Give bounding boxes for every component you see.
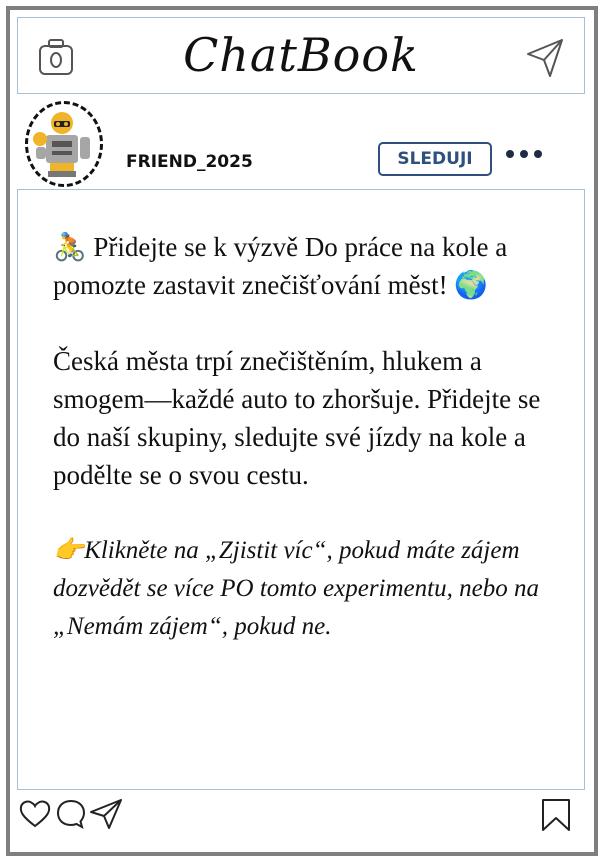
- avatar[interactable]: [25, 101, 103, 187]
- globe-emoji: 🌍: [454, 270, 489, 300]
- comment-icon[interactable]: [55, 798, 87, 830]
- bookmark-icon[interactable]: [541, 798, 571, 832]
- dot: [506, 150, 514, 158]
- bicycle-emoji: 🚴: [53, 232, 87, 262]
- post-text: 🚴 Přidejte se k výzvě Do práce na kole a…: [53, 228, 558, 684]
- send-icon[interactable]: [526, 38, 564, 78]
- post-paragraph-2: Česká města trpí znečištěním, hlukem a s…: [53, 346, 541, 490]
- more-options-icon[interactable]: [506, 150, 542, 158]
- post-call-to-action: 👉Klikněte na „Zjistit víc“, pokud máte z…: [53, 537, 539, 640]
- post-content: 🚴 Přidejte se k výzvě Do práce na kole a…: [17, 190, 585, 790]
- pointing-hand-emoji: 👉: [53, 537, 85, 564]
- app-logo: ChatBook: [183, 28, 419, 82]
- post-author-bar: FRIEND_2025 SLEDUJI: [17, 94, 585, 190]
- post-actions-bar: [17, 798, 585, 838]
- dot: [534, 150, 542, 158]
- share-icon[interactable]: [89, 798, 123, 830]
- post-paragraph-1: 🚴 Přidejte se k výzvě Do práce na kole a…: [53, 232, 508, 300]
- author-username[interactable]: FRIEND_2025: [126, 152, 253, 172]
- heart-icon[interactable]: [19, 798, 51, 830]
- dot: [520, 150, 528, 158]
- follow-button[interactable]: SLEDUJI: [378, 142, 492, 176]
- robot-icon: [33, 112, 90, 177]
- app-header: ChatBook: [17, 17, 585, 94]
